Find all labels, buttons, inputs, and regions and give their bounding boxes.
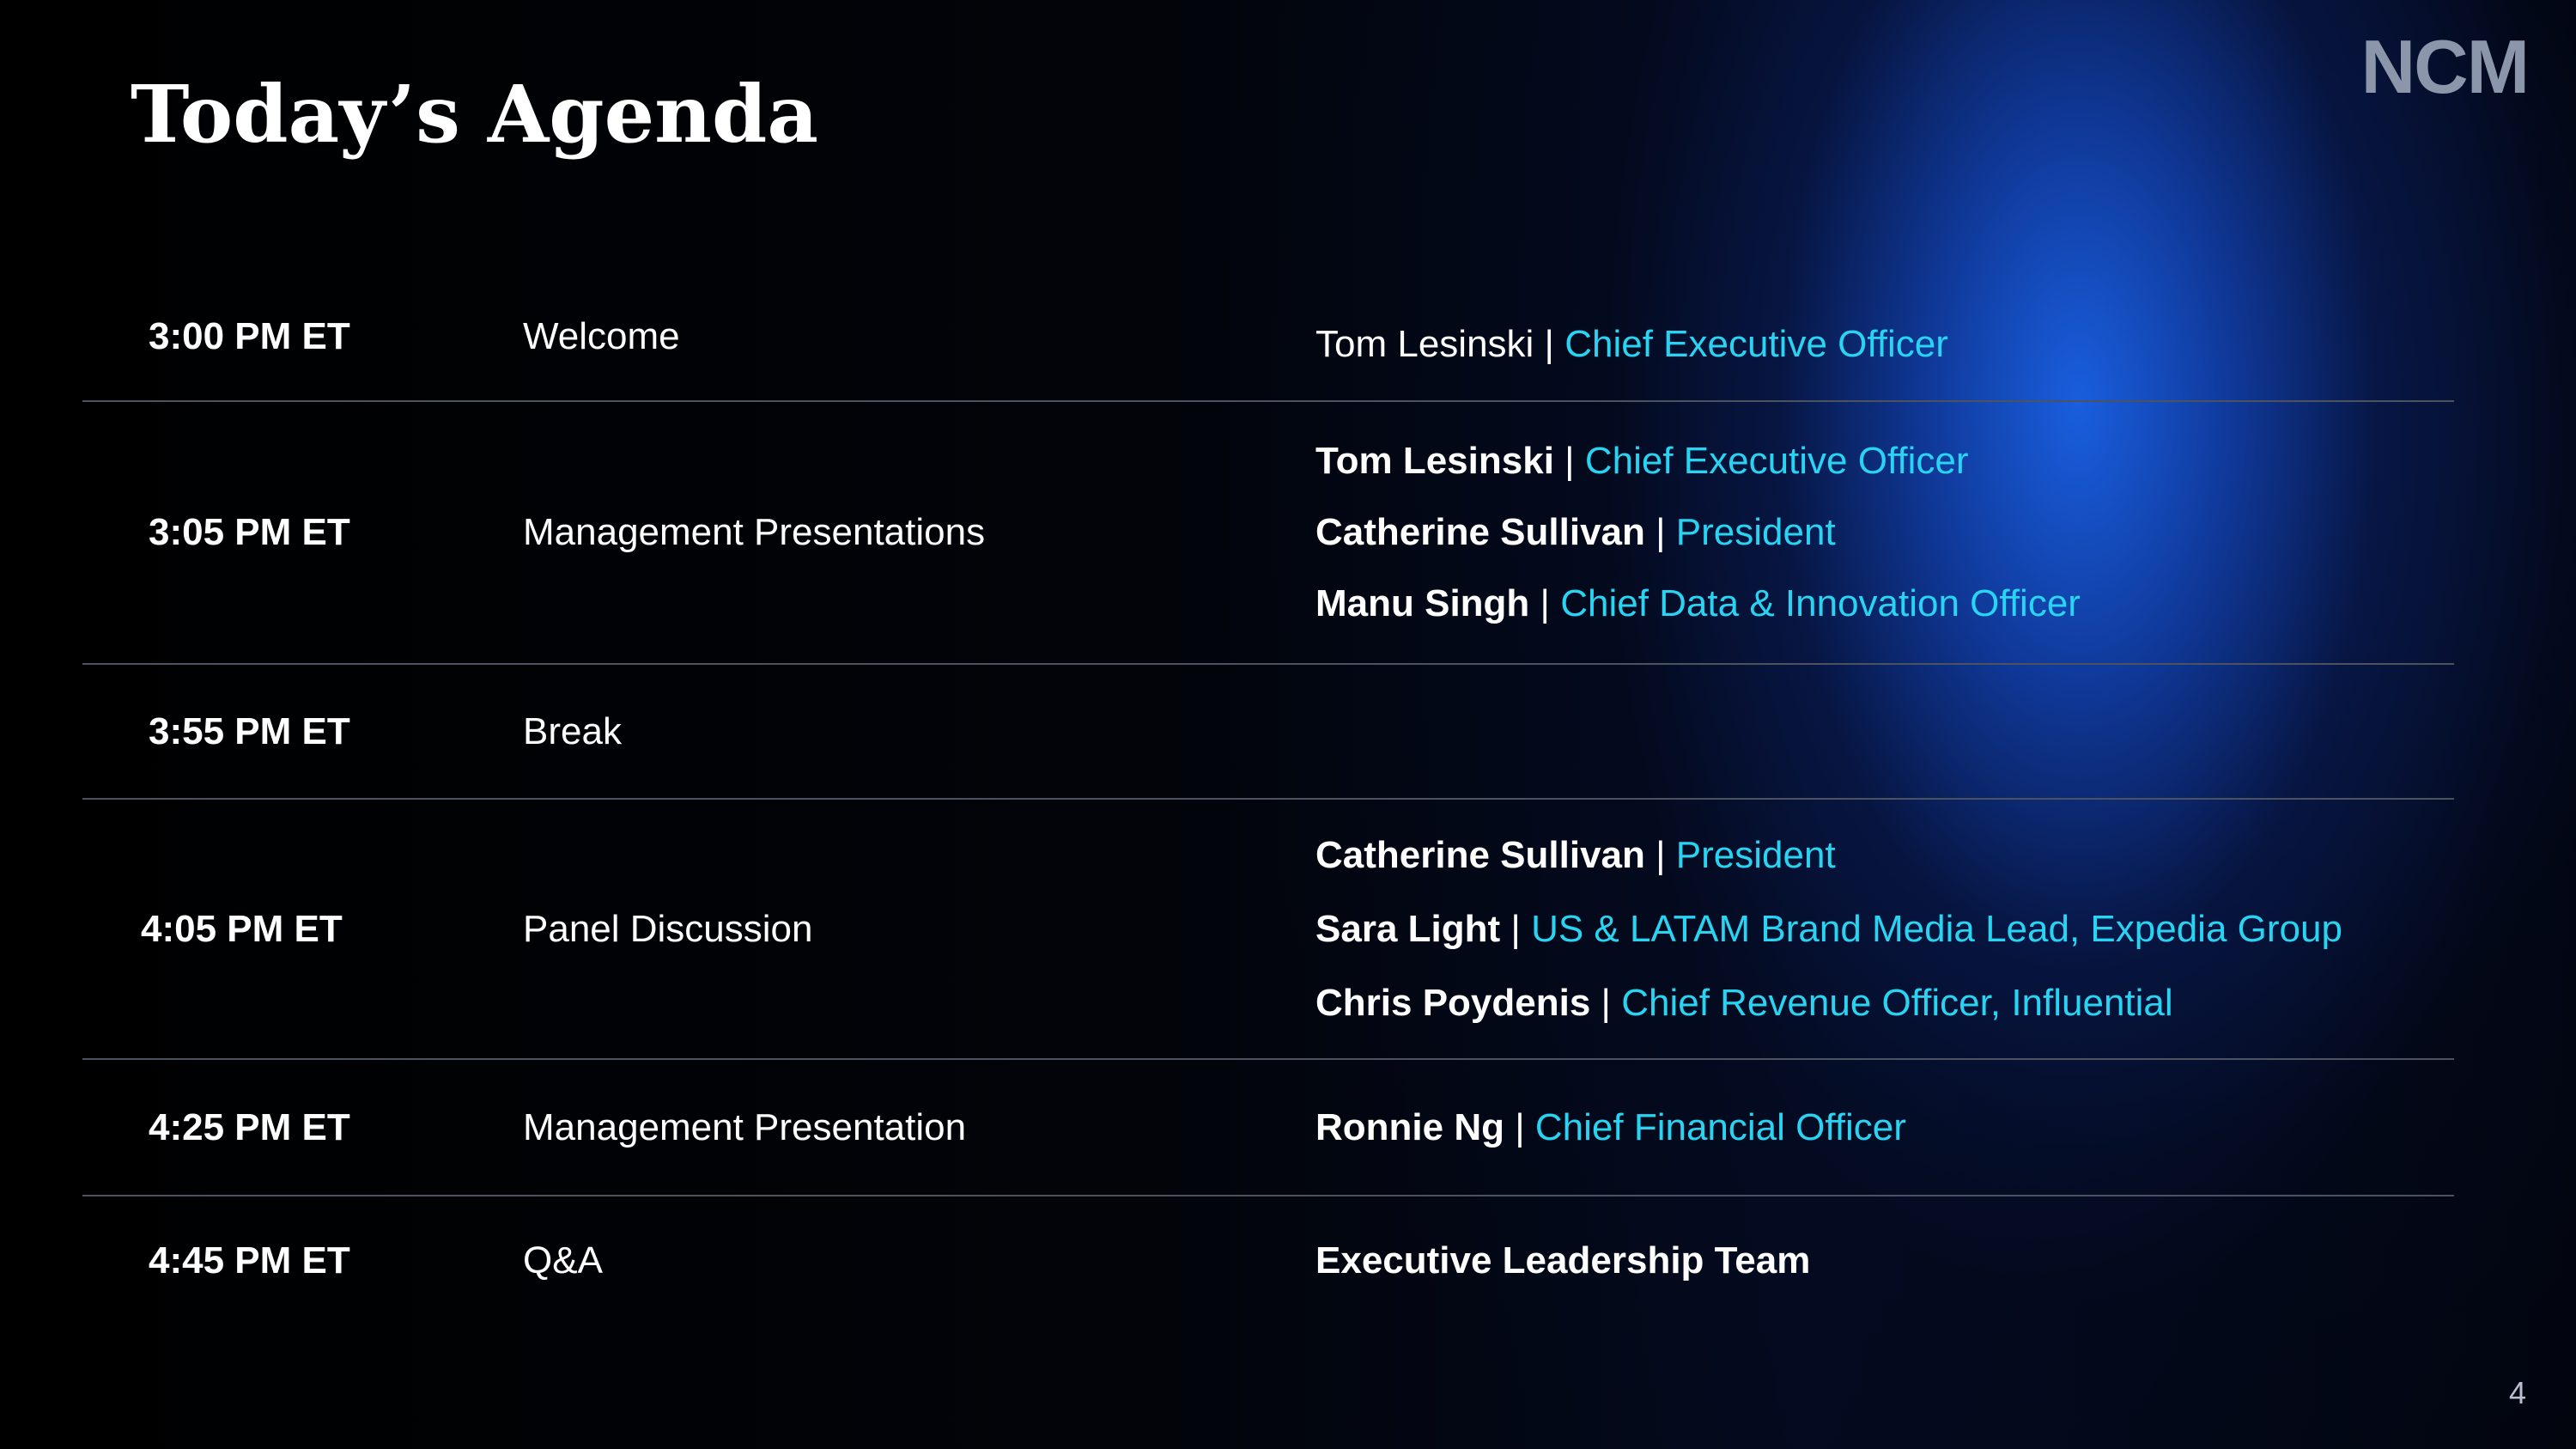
speaker-name: Ronnie Ng [1315, 1105, 1504, 1148]
agenda-time: 4:45 PM ET [149, 1239, 350, 1282]
agenda-speakers: Tom Lesinski | Chief Executive Officer [1315, 322, 1948, 367]
speaker-role: Chief Executive Officer [1564, 323, 1948, 365]
agenda-speakers: Executive Leadership Team [1315, 1239, 1810, 1283]
agenda-session: Panel Discussion [523, 907, 813, 950]
speaker-separator: | [1601, 981, 1611, 1024]
speaker-separator: | [1656, 833, 1666, 876]
speaker-line: Ronnie Ng | Chief Financial Officer [1315, 1105, 1906, 1150]
speaker-role: Chief Data & Innovation Officer [1560, 582, 2081, 624]
ncm-logo: NCM [2360, 24, 2530, 109]
agenda-time: 4:05 PM ET [141, 907, 343, 950]
speaker-name: Sara Light [1315, 907, 1501, 950]
speaker-separator: | [1510, 907, 1521, 950]
speaker-role: President [1675, 833, 1836, 876]
agenda-time: 3:00 PM ET [149, 315, 350, 357]
agenda-session: Management Presentations [523, 511, 986, 553]
speaker-separator: | [1564, 440, 1575, 482]
speaker-line: Manu Singh | Chief Data & Innovation Off… [1315, 581, 2081, 626]
agenda-table: 3:00 PM ET Welcome Tom Lesinski | Chief … [82, 273, 2454, 1325]
agenda-session: Welcome [523, 315, 680, 357]
agenda-row: 3:55 PM ET Break [82, 665, 2454, 800]
agenda-session: Break [523, 709, 622, 752]
agenda-row: 4:45 PM ET Q&A Executive Leadership Team [82, 1196, 2454, 1325]
speaker-line: Executive Leadership Team [1315, 1239, 1810, 1283]
speaker-name: Tom Lesinski [1315, 323, 1534, 365]
speaker-separator: | [1515, 1105, 1525, 1148]
agenda-row: 4:25 PM ET Management Presentation Ronni… [82, 1060, 2454, 1196]
speaker-name: Catherine Sullivan [1315, 833, 1645, 876]
speaker-line: Tom Lesinski | Chief Executive Officer [1315, 439, 2081, 484]
agenda-row: 4:05 PM ET Panel Discussion Catherine Su… [82, 800, 2454, 1060]
agenda-speakers: Catherine Sullivan | President Sara Ligh… [1315, 833, 2342, 1026]
speaker-separator: | [1656, 511, 1666, 553]
agenda-time: 3:55 PM ET [149, 709, 350, 752]
speaker-name: Tom Lesinski [1315, 440, 1554, 482]
page-number: 4 [2508, 1375, 2526, 1410]
speaker-separator: | [1540, 582, 1550, 624]
speaker-role: US & LATAM Brand Media Lead, Expedia Gro… [1531, 907, 2342, 950]
speaker-name: Catherine Sullivan [1315, 511, 1645, 553]
speaker-line: Catherine Sullivan | President [1315, 833, 2342, 878]
agenda-speakers: Ronnie Ng | Chief Financial Officer [1315, 1105, 1906, 1150]
speaker-role: Chief Revenue Officer, Influential [1621, 981, 2173, 1024]
speaker-line: Tom Lesinski | Chief Executive Officer [1315, 322, 1948, 367]
agenda-time: 4:25 PM ET [149, 1105, 350, 1148]
speaker-role: President [1675, 511, 1836, 553]
speaker-name: Executive Leadership Team [1315, 1239, 1811, 1282]
speaker-line: Chris Poydenis | Chief Revenue Officer, … [1315, 981, 2342, 1026]
agenda-session: Q&A [523, 1239, 603, 1282]
speaker-separator: | [1544, 323, 1554, 365]
agenda-row: 3:00 PM ET Welcome Tom Lesinski | Chief … [82, 273, 2454, 402]
agenda-row: 3:05 PM ET Management Presentations Tom … [82, 402, 2454, 665]
speaker-name: Manu Singh [1315, 582, 1530, 624]
agenda-time: 3:05 PM ET [149, 511, 350, 553]
agenda-session: Management Presentation [523, 1105, 967, 1148]
agenda-speakers: Tom Lesinski | Chief Executive Officer C… [1315, 439, 2081, 626]
speaker-line: Catherine Sullivan | President [1315, 510, 2081, 555]
speaker-role: Chief Financial Officer [1534, 1105, 1906, 1148]
page-title: Today’s Agenda [131, 68, 818, 161]
speaker-name: Chris Poydenis [1315, 981, 1591, 1024]
speaker-role: Chief Executive Officer [1584, 440, 1969, 482]
speaker-line: Sara Light | US & LATAM Brand Media Lead… [1315, 907, 2342, 952]
slide: Today’s Agenda NCM 3:00 PM ET Welcome To… [0, 0, 2576, 1449]
